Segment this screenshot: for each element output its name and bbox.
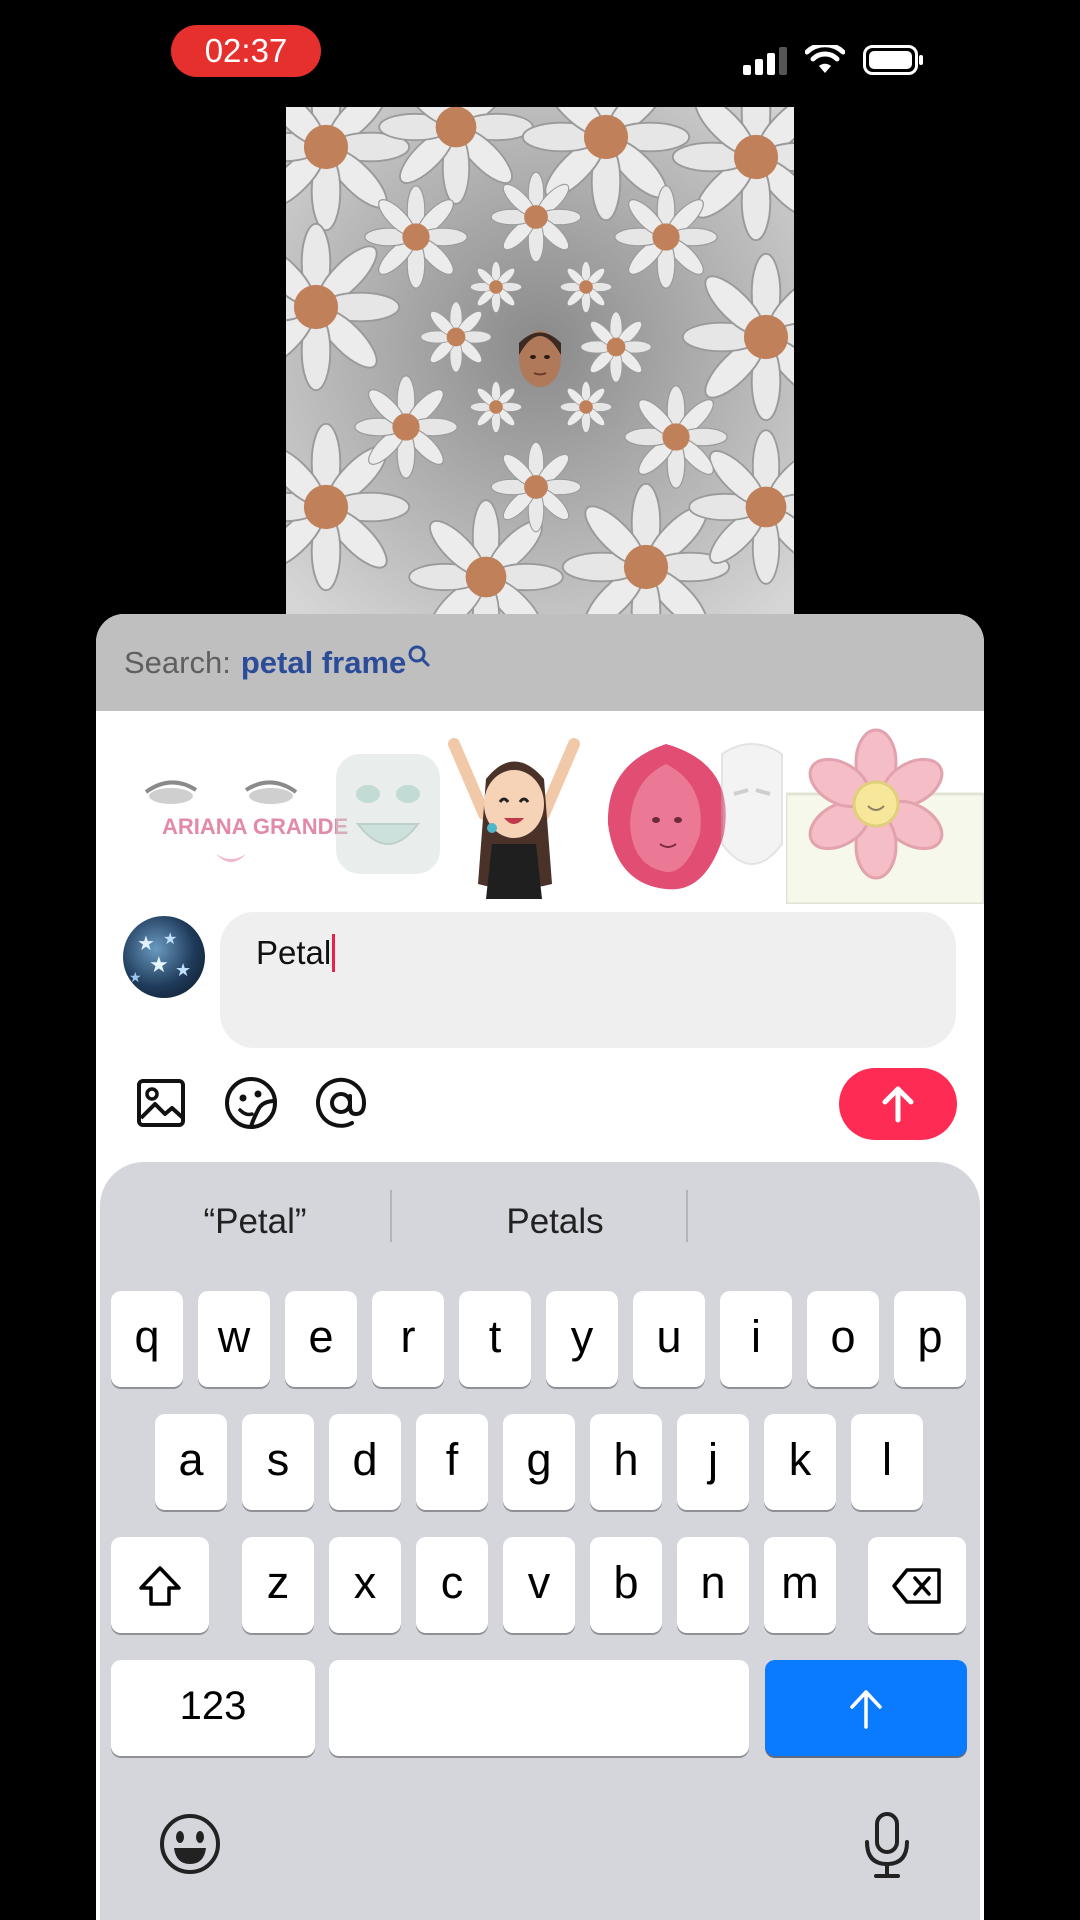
comment-input-value: Petal [256, 934, 332, 971]
key-u[interactable]: u [633, 1291, 705, 1387]
svg-text:★: ★ [129, 969, 142, 985]
space-bar[interactable] [329, 1660, 749, 1756]
shift-key[interactable] [111, 1537, 209, 1633]
smiling-face-sticker[interactable] [328, 724, 448, 904]
suggestion-empty[interactable] [700, 1192, 960, 1252]
numbers-key[interactable]: 123 [111, 1660, 315, 1756]
key-b[interactable]: b [590, 1537, 662, 1633]
key-e[interactable]: e [285, 1291, 357, 1387]
arrow-up-icon [882, 1086, 914, 1123]
mention-icon[interactable] [312, 1074, 370, 1132]
key-x[interactable]: x [329, 1537, 401, 1633]
return-key[interactable] [765, 1660, 967, 1756]
microphone-icon[interactable] [862, 1810, 912, 1880]
sticker-text: ARIANA GRANDE [162, 814, 348, 839]
key-n[interactable]: n [677, 1537, 749, 1633]
shift-icon [139, 1566, 181, 1606]
cellular-signal-icon [743, 47, 787, 75]
recording-time-indicator[interactable]: 02:37 [171, 25, 321, 77]
video-preview[interactable] [286, 107, 794, 614]
search-icon[interactable] [408, 645, 430, 667]
key-w[interactable]: w [198, 1291, 270, 1387]
key-f[interactable]: f [416, 1414, 488, 1510]
key-c[interactable]: c [416, 1537, 488, 1633]
sticker-icon[interactable] [222, 1074, 280, 1132]
image-icon[interactable] [132, 1074, 190, 1132]
key-p[interactable]: p [894, 1291, 966, 1387]
key-o[interactable]: o [807, 1291, 879, 1387]
key-v[interactable]: v [503, 1537, 575, 1633]
key-q[interactable]: q [111, 1291, 183, 1387]
backspace-icon [892, 1568, 941, 1604]
battery-icon [863, 45, 923, 75]
key-g[interactable]: g [503, 1414, 575, 1510]
key-m[interactable]: m [764, 1537, 836, 1633]
key-h[interactable]: h [590, 1414, 662, 1510]
svg-text:★: ★ [149, 952, 169, 977]
suggestion-divider [686, 1190, 688, 1242]
suggestion-quoted[interactable]: “Petal” [140, 1192, 370, 1252]
key-l[interactable]: l [851, 1414, 923, 1510]
daisy-tunnel-image [286, 107, 794, 614]
key-j[interactable]: j [677, 1414, 749, 1510]
sticker-suggestions[interactable]: ARIANA GRANDE [96, 724, 984, 904]
search-term-link[interactable]: petal frame [241, 645, 406, 681]
backspace-key[interactable] [868, 1537, 966, 1633]
send-button[interactable] [839, 1068, 957, 1140]
svg-text:★: ★ [175, 960, 191, 980]
ariana-grande-eyes-logo-sticker[interactable]: ARIANA GRANDE [136, 724, 356, 904]
emoji-icon[interactable] [158, 1812, 222, 1876]
key-d[interactable]: d [329, 1414, 401, 1510]
avatar[interactable]: ★ ★ ★ ★ ★ [123, 916, 205, 998]
wifi-icon [805, 45, 845, 73]
arrow-up-icon [850, 1690, 882, 1729]
key-r[interactable]: r [372, 1291, 444, 1387]
mask-sticker[interactable] [712, 724, 792, 904]
comment-input[interactable]: Petal [220, 912, 956, 1048]
cartoon-girl-sticker[interactable] [434, 724, 594, 904]
key-y[interactable]: y [546, 1291, 618, 1387]
search-prefix-label: Search: [124, 644, 231, 680]
key-i[interactable]: i [720, 1291, 792, 1387]
key-a[interactable]: a [155, 1414, 227, 1510]
text-caret [332, 934, 336, 972]
status-icons [741, 40, 925, 80]
key-s[interactable]: s [242, 1414, 314, 1510]
suggestion-petals[interactable]: Petals [420, 1192, 690, 1252]
keyboard: “Petal” Petals q w e r t y u i o p a s d… [100, 1162, 980, 1920]
suggestion-divider [390, 1190, 392, 1242]
pixel-flower-sticker[interactable] [784, 724, 984, 904]
key-k[interactable]: k [764, 1414, 836, 1510]
key-z[interactable]: z [242, 1537, 314, 1633]
key-t[interactable]: t [459, 1291, 531, 1387]
search-suggestion-bar[interactable]: Search: petal frame [96, 614, 984, 711]
svg-text:★: ★ [163, 931, 177, 948]
comment-sheet: Search: petal frame ARIANA GRANDE ★ ★ ★ … [96, 614, 984, 1920]
